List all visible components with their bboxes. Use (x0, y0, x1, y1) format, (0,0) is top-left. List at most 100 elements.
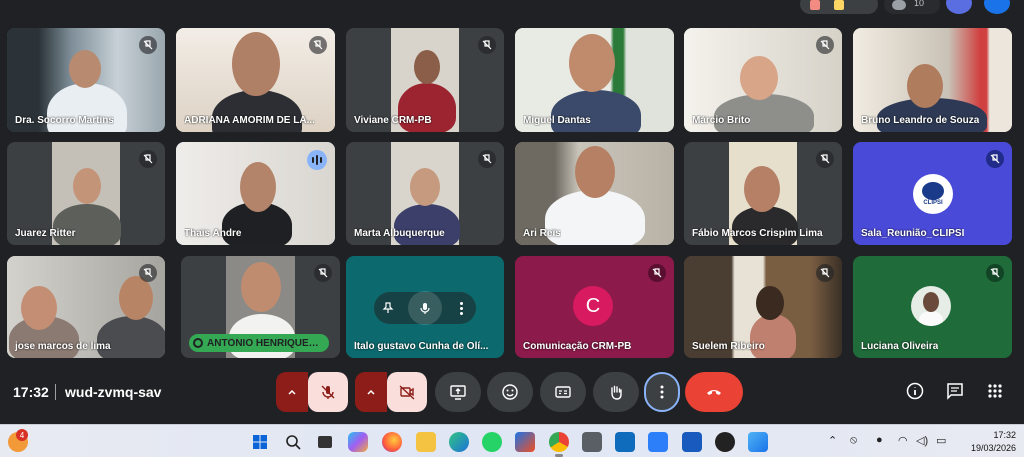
notification-badge: 4 (16, 429, 28, 441)
mic-off-icon (816, 36, 834, 54)
participant-video (410, 168, 440, 206)
participant-name: Juarez Ritter (15, 228, 76, 239)
participant-tile[interactable]: jose marcos de lima (7, 256, 165, 358)
emoji-icon (502, 384, 518, 400)
clipsi-logo: CLIPSI (913, 174, 953, 214)
notepad-icon[interactable] (648, 432, 668, 452)
participant-video (732, 206, 798, 245)
chrome-icon[interactable] (549, 432, 569, 452)
file-explorer-icon[interactable] (416, 432, 436, 452)
more-options-button[interactable] (644, 372, 680, 412)
participant-tile[interactable]: C Comunicação CRM-PB (515, 256, 674, 358)
participant-name: Luciana Oliveira (861, 341, 939, 352)
participant-tile[interactable]: Marta Albuquerque (346, 142, 504, 245)
participant-tile[interactable]: Luciana Oliveira (853, 256, 1012, 358)
participant-video (240, 162, 276, 212)
hand-icon (611, 385, 622, 400)
participant-name: Marta Albuquerque (354, 228, 445, 239)
mic-off-icon (816, 150, 834, 168)
microphone-control (276, 372, 348, 412)
mic-options-button[interactable] (276, 372, 308, 412)
copilot-icon[interactable] (348, 432, 368, 452)
people-icon (892, 0, 906, 10)
top-icon-a (810, 0, 820, 10)
search-icon[interactable] (283, 432, 303, 452)
activities-button[interactable] (982, 378, 1008, 404)
taskbar-clock[interactable]: 17:32 19/03/2026 (971, 429, 1016, 455)
hang-up-icon (707, 390, 721, 395)
present-screen-button[interactable] (435, 372, 481, 412)
camera-toggle-button[interactable] (387, 372, 427, 412)
top-gemini-icon[interactable] (984, 0, 1010, 14)
tray-battery-icon[interactable]: ▭ (936, 434, 946, 447)
tray-network-off-icon[interactable]: ⦸ (850, 434, 857, 447)
participant-avatar-photo (911, 286, 951, 326)
participant-tile[interactable]: Ari Reis (515, 142, 674, 245)
edge-icon[interactable] (449, 432, 469, 452)
participant-tile[interactable]: Bruno Leandro de Souza (853, 28, 1012, 132)
mic-off-icon (139, 150, 157, 168)
raise-hand-button[interactable] (593, 372, 639, 412)
mic-off-icon (816, 264, 834, 282)
top-reactions-pill[interactable] (800, 0, 878, 14)
whatsapp-icon[interactable] (482, 432, 502, 452)
store-icon[interactable] (515, 432, 535, 452)
photos-icon[interactable] (748, 432, 768, 452)
participant-name: Suelem Ribeiro (692, 341, 765, 352)
top-pen-icon[interactable] (946, 0, 972, 14)
reactions-button[interactable] (487, 372, 533, 412)
participant-video (740, 56, 778, 100)
chat-icon (947, 383, 963, 400)
firefox-icon[interactable] (382, 432, 402, 452)
media-player-icon[interactable] (715, 432, 735, 452)
chat-button[interactable] (942, 378, 968, 404)
participant-video (907, 64, 943, 108)
participant-tile[interactable]: CLIPSI Sala_Reunião_CLIPSI (853, 142, 1012, 245)
tray-mic-icon[interactable]: ● (876, 434, 883, 446)
participant-video (21, 286, 57, 330)
outlook-icon[interactable] (615, 432, 635, 452)
participant-name: Miguel Dantas (523, 115, 591, 126)
participant-video (119, 276, 153, 320)
participant-tile[interactable]: Márcio Brito (684, 28, 842, 132)
participant-name: Thais Andre (184, 228, 242, 239)
participant-tile[interactable]: Dra. Socorro Martins (7, 28, 165, 132)
participant-tile[interactable]: Ítalo gustavo Cunha de Olí... (346, 256, 504, 358)
captions-button[interactable] (540, 372, 586, 412)
participant-name: Ítalo gustavo Cunha de Olí... (354, 341, 489, 352)
calculator-icon[interactable] (582, 432, 602, 452)
clipsi-logo-icon (922, 182, 944, 200)
leave-call-button[interactable] (685, 372, 743, 412)
task-view-icon[interactable] (315, 432, 335, 452)
taskbar-time: 17:32 (993, 430, 1016, 440)
mic-toggle-button[interactable] (308, 372, 348, 412)
participant-tile[interactable]: Suelem Ribeiro (684, 256, 842, 358)
participant-name: Márcio Brito (692, 115, 751, 126)
participant-tile[interactable]: Fábio Marcos Crispim Lima (684, 142, 842, 245)
pin-icon[interactable] (379, 299, 397, 317)
participant-name: Fábio Marcos Crispim Lima (692, 228, 823, 239)
mic-off-icon (139, 264, 157, 282)
participant-video (756, 286, 784, 320)
tray-chevron-up-icon[interactable]: ⌃ (828, 434, 837, 447)
meeting-details-button[interactable] (902, 378, 928, 404)
participant-name: Bruno Leandro de Souza (861, 115, 980, 126)
word-icon[interactable] (682, 432, 702, 452)
start-windows-icon[interactable] (250, 432, 270, 452)
participant-tile[interactable]: Juarez Ritter (7, 142, 165, 245)
participant-tile[interactable]: ADRIANA AMORIM DE LA... (176, 28, 335, 132)
participant-tile[interactable]: Viviane CRM-PB (346, 28, 504, 132)
tray-wifi-icon[interactable]: ◠ (898, 434, 908, 447)
chevron-up-icon (288, 389, 296, 395)
more-options-icon[interactable] (453, 301, 471, 315)
participant-tile[interactable]: Miguel Dantas (515, 28, 674, 132)
tray-volume-icon[interactable]: ◁) (916, 434, 928, 447)
camera-options-button[interactable] (355, 372, 387, 412)
mute-participant-icon[interactable] (407, 291, 442, 325)
top-participants-pill[interactable]: 10 (884, 0, 940, 14)
participant-video (575, 146, 615, 198)
taskbar-date: 19/03/2026 (970, 443, 1016, 453)
participant-tile-speaking[interactable]: Thais Andre (176, 142, 335, 245)
participant-tile[interactable]: ANTÔNIO HENRIQUES ... (181, 256, 340, 358)
clipsi-logo-text: CLIPSI (923, 200, 943, 206)
